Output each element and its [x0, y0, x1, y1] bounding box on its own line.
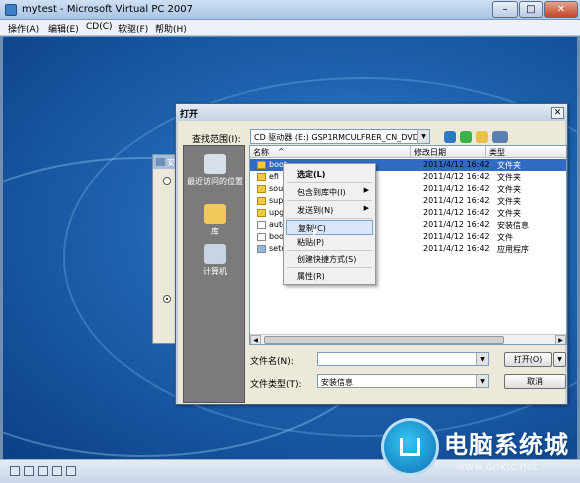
file-icon [257, 221, 266, 229]
cd-drive-icon[interactable] [24, 466, 34, 476]
folder-icon [257, 197, 266, 205]
host-title-bar: mytest - Microsoft Virtual PC 2007 – □ ✕ [0, 0, 580, 20]
scroll-thumb[interactable] [264, 336, 504, 344]
application-icon [257, 245, 266, 253]
setup-radio-2[interactable] [163, 295, 171, 303]
chevron-down-icon: ▼ [417, 130, 429, 143]
folder-icon [257, 173, 266, 181]
menu-help[interactable]: 帮助(H) [155, 22, 187, 35]
watermark-title: 电脑系统城 [444, 431, 569, 459]
file-icon [257, 233, 266, 241]
filename-label: 文件名(N): [250, 357, 294, 367]
look-in-dropdown[interactable]: CD 驱动器 (E:) GSP1RMCULFRER_CN_DVD ▼ [250, 129, 430, 144]
setup-title: 安 [167, 158, 175, 167]
shared-folder-icon[interactable] [52, 466, 62, 476]
open-options-button[interactable]: ▼ [553, 352, 566, 367]
menu-floppy[interactable]: 软驱(F) [118, 22, 148, 35]
dialog-title-bar: 打开 ✕ [176, 104, 567, 121]
folder-icon [257, 161, 266, 169]
filetype-label: 文件类型(T): [250, 380, 302, 390]
up-folder-icon[interactable] [460, 131, 472, 143]
minimize-button[interactable]: – [492, 1, 518, 18]
menu-item-copy[interactable]: 复制(C) [286, 220, 373, 235]
libraries-icon [204, 204, 226, 224]
chevron-down-icon: ▼ [476, 353, 488, 365]
column-type[interactable]: 类型 [486, 146, 566, 158]
cancel-button[interactable]: 取消 [504, 374, 566, 389]
place-recent[interactable]: 最近访问的位置 [184, 154, 246, 187]
back-icon[interactable] [444, 131, 456, 143]
place-computer[interactable]: 计算机 [184, 244, 246, 277]
filetype-dropdown[interactable]: 安装信息 ▼ [317, 374, 489, 388]
place-libraries[interactable]: 库 [184, 204, 246, 237]
menu-item-create-shortcut[interactable]: 创建快捷方式(S) [286, 251, 373, 266]
watermark-url: www.dnxtc.net [456, 460, 538, 473]
menu-separator [287, 200, 372, 201]
setup-radio-1[interactable] [163, 177, 171, 185]
network-icon[interactable] [66, 466, 76, 476]
place-libraries-label: 库 [211, 227, 219, 236]
recent-places-icon [204, 154, 226, 174]
column-date[interactable]: 修改日期 [411, 146, 486, 158]
view-menu-icon[interactable] [492, 131, 508, 143]
menu-cd[interactable]: CD(C) [86, 22, 113, 32]
house-icon [400, 438, 420, 456]
submenu-arrow-icon: ▶ [363, 204, 369, 212]
mouse-cursor-icon [313, 229, 318, 238]
setup-icon [156, 158, 165, 166]
column-name[interactable]: 名称 ^ [250, 146, 411, 158]
places-bar: 最近访问的位置 库 计算机 [183, 145, 245, 403]
folder-icon [257, 209, 266, 217]
place-recent-label: 最近访问的位置 [187, 177, 243, 186]
submenu-arrow-icon: ▶ [363, 186, 369, 194]
menu-item-properties[interactable]: 属性(R) [286, 268, 373, 283]
host-window-title: mytest - Microsoft Virtual PC 2007 [22, 4, 194, 15]
disk-activity-icon [10, 466, 20, 476]
look-in-label: 查找范围(I): [192, 135, 241, 145]
sort-indicator: ^ [278, 147, 285, 156]
folder-icon [257, 185, 266, 193]
place-computer-label: 计算机 [203, 267, 227, 276]
chevron-down-icon: ▼ [476, 375, 488, 387]
dialog-title: 打开 [180, 110, 199, 120]
open-button[interactable]: 打开(O) [504, 352, 552, 367]
computer-icon [204, 244, 226, 264]
host-menu-bar: 操作(A) 编辑(E) CD(C) 软驱(F) 帮助(H) [0, 20, 580, 36]
dialog-close-button[interactable]: ✕ [551, 107, 564, 119]
scroll-left-icon[interactable]: ◀ [250, 335, 261, 344]
menu-separator [287, 218, 372, 219]
new-folder-icon[interactable] [476, 131, 488, 143]
menu-item-select[interactable]: 选定(L) [286, 166, 373, 181]
look-in-value: CD 驱动器 (E:) GSP1RMCULFRER_CN_DVD [254, 133, 419, 142]
menu-item-include-in-library[interactable]: 包含到库中(I) ▶ [286, 184, 373, 199]
menu-item-send-to[interactable]: 发送到(N) ▶ [286, 202, 373, 217]
filename-input[interactable]: ▼ [317, 352, 489, 366]
watermark-logo [381, 418, 439, 476]
horizontal-scrollbar[interactable]: ◀ ▶ [250, 334, 566, 344]
close-button[interactable]: ✕ [544, 1, 578, 18]
floppy-icon[interactable] [38, 466, 48, 476]
virtual-pc-icon [5, 4, 17, 16]
filetype-value: 安装信息 [321, 378, 353, 387]
maximize-button[interactable]: □ [519, 1, 543, 18]
menu-edit[interactable]: 编辑(E) [48, 22, 79, 35]
scroll-right-icon[interactable]: ▶ [555, 335, 566, 344]
menu-item-paste[interactable]: 粘贴(P) [286, 234, 373, 249]
context-menu: 选定(L) 包含到库中(I) ▶ 发送到(N) ▶ 复制(C) 粘贴(P) 创建… [283, 163, 376, 285]
menu-action[interactable]: 操作(A) [8, 22, 39, 35]
menu-separator [287, 182, 372, 183]
